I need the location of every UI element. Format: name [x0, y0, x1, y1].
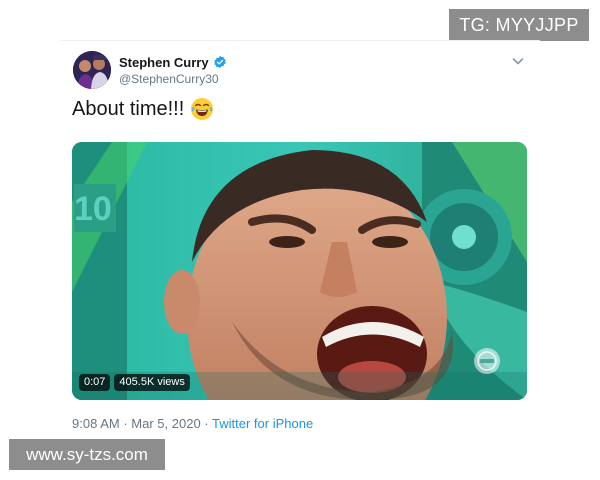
tweet-meta: 9:08 AM · Mar 5, 2020 · Twitter for iPho… — [72, 416, 313, 431]
display-name[interactable]: Stephen Curry — [119, 55, 209, 70]
tweet-text: About time!!! — [72, 97, 214, 121]
avatar[interactable] — [73, 51, 111, 89]
meta-separator: · — [204, 416, 209, 431]
watermark-bottom: www.sy-tzs.com — [9, 439, 165, 470]
tweet-source-link[interactable]: Twitter for iPhone — [212, 416, 313, 431]
watermark-top: TG: MYYJJPP — [449, 9, 589, 41]
broadcaster-logo-icon — [474, 348, 500, 374]
tweet-card: Stephen Curry @StephenCurry30 About time… — [60, 40, 540, 445]
tweet-text-content: About time!!! — [72, 97, 185, 120]
video-duration: 0:07 — [79, 374, 111, 391]
author-handle[interactable]: @StephenCurry30 — [119, 72, 219, 86]
video-player[interactable]: 10 0:07 405.5K views — [72, 142, 527, 400]
svg-text:10: 10 — [74, 190, 112, 228]
tweet-time[interactable]: 9:08 AM — [72, 416, 120, 431]
card-divider — [60, 40, 540, 41]
author-name-row[interactable]: Stephen Curry — [119, 53, 227, 71]
verified-badge-icon — [213, 55, 226, 69]
video-thumbnail: 10 — [72, 142, 527, 400]
chevron-down-icon[interactable] — [510, 53, 526, 69]
meta-separator: · — [123, 416, 128, 431]
video-views: 405.5K views — [114, 374, 190, 391]
face-with-tears-of-joy-icon — [191, 98, 214, 120]
tweet-date[interactable]: Mar 5, 2020 — [131, 416, 200, 431]
video-badges: 0:07 405.5K views — [79, 374, 190, 391]
